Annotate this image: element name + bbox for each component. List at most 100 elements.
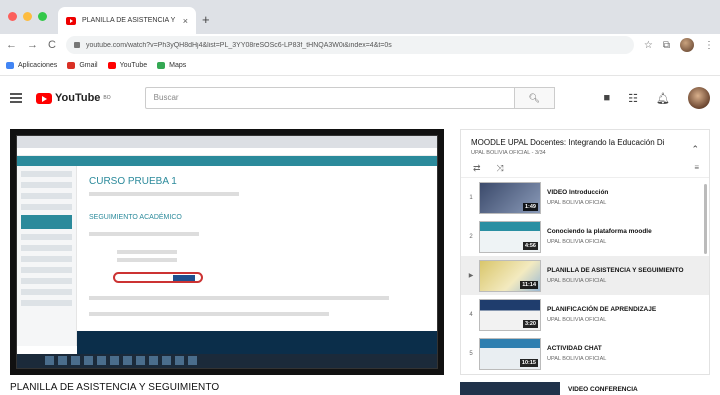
video-duration: 11:14 bbox=[520, 280, 538, 289]
recorded-highlight-circle bbox=[113, 272, 203, 283]
video-thumbnail[interactable]: 1:49 bbox=[479, 181, 541, 214]
playlist-controls: ⇄ ⤨ bbox=[473, 163, 504, 174]
search-input[interactable]: Buscar bbox=[144, 87, 515, 109]
video-frame: CURSO PRUEBA 1 SEGUIMIENTO ACADÉMICO bbox=[16, 135, 438, 369]
recorded-text-line bbox=[117, 258, 177, 262]
recorded-sidebar bbox=[17, 166, 77, 346]
logo-country-code: BO bbox=[103, 95, 111, 101]
youtube-play-logo-icon bbox=[36, 92, 52, 104]
playlist-item-active[interactable]: ▶ 11:14 PLANILLA DE ASISTENCIA Y SEGUIMI… bbox=[461, 256, 709, 295]
recorded-text-line bbox=[89, 296, 389, 300]
search-button[interactable]: 🔍︎ bbox=[514, 87, 555, 109]
recorded-taskbar bbox=[17, 354, 437, 368]
apps-icon[interactable]: ☷ bbox=[628, 92, 638, 105]
video-thumbnail[interactable]: 3:20 bbox=[479, 298, 541, 331]
youtube-logo[interactable]: YouTube BO bbox=[36, 92, 111, 104]
minimize-window-button[interactable] bbox=[23, 12, 32, 21]
recorded-course-title: CURSO PRUEBA 1 bbox=[89, 176, 177, 187]
video-channel: UPAL BOLIVIA OFICIAL bbox=[547, 239, 607, 245]
bookmark-maps[interactable]: Maps bbox=[157, 62, 186, 69]
bookmark-star-icon[interactable]: ☆ bbox=[644, 40, 653, 51]
close-window-button[interactable] bbox=[8, 12, 17, 21]
playlist-item[interactable]: 2 4:56 Conociendo la plataforma moodle U… bbox=[461, 217, 709, 256]
bookmark-youtube[interactable]: YouTube bbox=[107, 62, 147, 69]
youtube-favicon-icon bbox=[66, 16, 76, 25]
loop-icon[interactable]: ⇄ bbox=[473, 163, 481, 174]
address-bar[interactable]: youtube.com/watch?v=Ph3yQH8dHj4&list=PL_… bbox=[65, 36, 634, 54]
video-duration: 3:20 bbox=[522, 319, 538, 328]
video-title[interactable]: VIDEO CONFERENCIA bbox=[568, 386, 638, 393]
youtube-icon bbox=[107, 62, 116, 69]
playlist-header: MOODLE UPAL Docentes: Integrando la Educ… bbox=[461, 130, 709, 178]
bookmark-label: Gmail bbox=[79, 62, 98, 69]
recorded-text-line bbox=[89, 192, 239, 196]
playlist-item[interactable]: 5 10:15 ACTIVIDAD CHAT UPAL BOLIVIA OFIC… bbox=[461, 334, 709, 373]
playlist-items: 1 1:49 VIDEO Introducción UPAL BOLIVIA O… bbox=[461, 178, 709, 373]
video-channel: UPAL BOLIVIA OFICIAL bbox=[547, 200, 607, 206]
video-thumbnail[interactable]: 11:14 bbox=[479, 259, 541, 292]
maximize-window-button[interactable] bbox=[38, 12, 47, 21]
playlist-channel[interactable]: UPAL BOLIVIA OFICIAL - 3/34 bbox=[471, 150, 699, 156]
profile-avatar[interactable] bbox=[680, 38, 694, 52]
apps-grid-icon bbox=[6, 62, 14, 69]
video-thumbnail[interactable]: 4:56 bbox=[479, 220, 541, 253]
video-channel: UPAL BOLIVIA OFICIAL bbox=[547, 278, 607, 284]
video-thumbnail[interactable] bbox=[460, 382, 560, 395]
recorded-browser-tabbar bbox=[17, 136, 437, 148]
video-channel: UPAL BOLIVIA OFICIAL bbox=[547, 317, 607, 323]
notifications-bell-icon[interactable]: 🔔︎ bbox=[656, 92, 670, 105]
video-duration: 4:56 bbox=[522, 241, 538, 250]
forward-icon[interactable]: → bbox=[27, 39, 38, 51]
logo-text: YouTube bbox=[55, 92, 101, 104]
tab-close-icon[interactable]: × bbox=[183, 16, 188, 26]
playlist-item[interactable]: 4 3:20 PLANIFICACIÓN DE APRENDIZAJE UPAL… bbox=[461, 295, 709, 334]
recorded-address-bar bbox=[17, 148, 437, 156]
video-duration: 1:49 bbox=[522, 202, 538, 211]
back-icon[interactable]: ← bbox=[6, 39, 17, 51]
video-thumbnail[interactable]: 10:15 bbox=[479, 337, 541, 370]
video-title[interactable]: PLANIFICACIÓN DE APRENDIZAJE bbox=[547, 306, 697, 314]
playlist-scrollbar[interactable] bbox=[704, 184, 707, 254]
gmail-icon bbox=[67, 62, 76, 69]
recorded-site-footer bbox=[77, 331, 437, 356]
main-content: CURSO PRUEBA 1 SEGUIMIENTO ACADÉMICO PLA… bbox=[0, 120, 720, 395]
playlist-menu-icon[interactable]: ≡ bbox=[694, 163, 699, 172]
video-title[interactable]: VIDEO Introducción bbox=[547, 189, 697, 197]
new-tab-button[interactable]: + bbox=[202, 12, 210, 27]
browser-toolbar: ← → C youtube.com/watch?v=Ph3yQH8dHj4&li… bbox=[0, 34, 720, 56]
video-channel: UPAL BOLIVIA OFICIAL bbox=[547, 356, 607, 362]
browser-tab-bar: PLANILLA DE ASISTENCIA Y S × + bbox=[0, 0, 720, 34]
bookmark-gmail[interactable]: Gmail bbox=[67, 62, 98, 69]
video-title[interactable]: Conociendo la plataforma moodle bbox=[547, 228, 697, 236]
bookmark-label: Maps bbox=[169, 62, 187, 69]
browser-tab[interactable]: PLANILLA DE ASISTENCIA Y S × bbox=[58, 7, 196, 34]
lock-icon bbox=[73, 42, 80, 48]
create-video-icon[interactable]: ■ bbox=[604, 92, 611, 104]
reload-icon[interactable]: C bbox=[48, 39, 56, 51]
playlist-index: 1 bbox=[469, 194, 473, 201]
now-playing-icon: ▶ bbox=[468, 273, 474, 279]
search-icon: 🔍︎ bbox=[528, 92, 540, 103]
recorded-site-header bbox=[17, 156, 437, 166]
video-player[interactable]: CURSO PRUEBA 1 SEGUIMIENTO ACADÉMICO bbox=[10, 129, 444, 375]
bookmark-label: Aplicaciones bbox=[18, 62, 58, 69]
playlist-index: 2 bbox=[469, 233, 473, 240]
hamburger-menu-icon[interactable] bbox=[10, 93, 22, 103]
bookmarks-bar: Aplicaciones Gmail YouTube Maps bbox=[0, 56, 720, 76]
video-title[interactable]: PLANILLA DE ASISTENCIA Y SEGUIMIENTO bbox=[547, 267, 697, 275]
collapse-chevron-icon[interactable]: ⌃ bbox=[691, 144, 699, 155]
user-avatar[interactable] bbox=[688, 87, 710, 109]
search-bar: Buscar 🔍︎ bbox=[144, 87, 555, 109]
shuffle-icon[interactable]: ⤨ bbox=[497, 163, 504, 174]
playlist-item[interactable]: 1 1:49 VIDEO Introducción UPAL BOLIVIA O… bbox=[461, 178, 709, 217]
header-actions: ■ ☷ 🔔︎ bbox=[604, 87, 710, 109]
url-text: youtube.com/watch?v=Ph3yQH8dHj4&list=PL_… bbox=[85, 41, 392, 49]
playlist-title[interactable]: MOODLE UPAL Docentes: Integrando la Educ… bbox=[471, 138, 686, 147]
bookmark-apps[interactable]: Aplicaciones bbox=[6, 62, 57, 69]
menu-dots-icon[interactable]: ⋮ bbox=[704, 40, 714, 51]
recommended-item[interactable]: VIDEO CONFERENCIA bbox=[460, 382, 638, 395]
recorded-section-title: SEGUIMIENTO ACADÉMICO bbox=[89, 214, 182, 221]
extension-icon[interactable]: ⧉ bbox=[663, 40, 670, 51]
recorded-text-line bbox=[89, 232, 199, 236]
video-title[interactable]: ACTIVIDAD CHAT bbox=[547, 345, 697, 353]
